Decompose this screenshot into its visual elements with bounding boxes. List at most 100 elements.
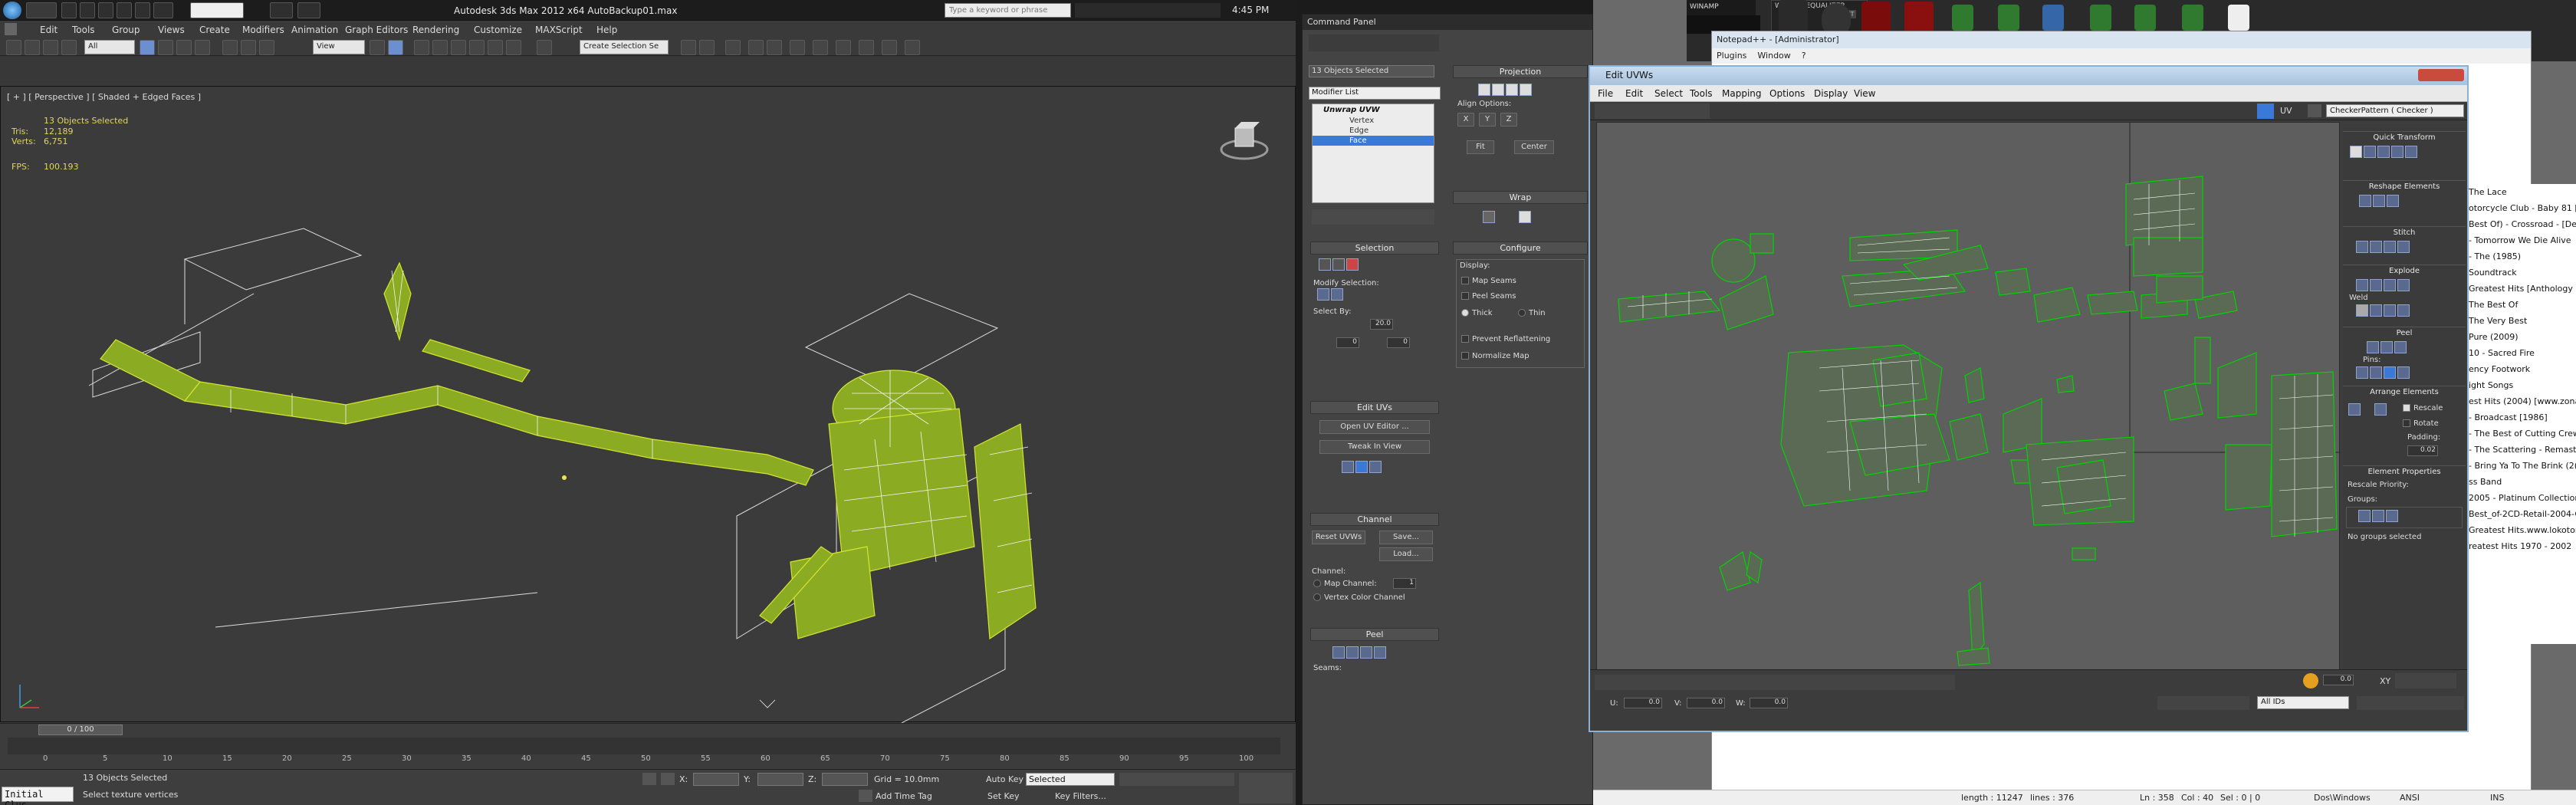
stack-unwrap-uvw[interactable]: Unwrap UVW bbox=[1313, 104, 1434, 116]
select-manipulate-icon[interactable] bbox=[388, 40, 403, 55]
rescale-checkbox[interactable]: Rescale bbox=[2403, 404, 2443, 412]
modify-selection-buttons[interactable] bbox=[1310, 288, 1439, 307]
stack-vertex[interactable]: Vertex bbox=[1313, 116, 1434, 126]
rotate-icon[interactable] bbox=[241, 40, 256, 55]
move-icon[interactable] bbox=[222, 40, 238, 55]
playlist-item[interactable]: Greatest Hits [Anthology bbox=[2469, 281, 2576, 297]
angle-snap-icon[interactable] bbox=[432, 40, 448, 55]
projection-buttons[interactable] bbox=[1453, 78, 1588, 100]
wrap-buttons[interactable] bbox=[1453, 204, 1588, 232]
playlist-item[interactable]: The Best Of bbox=[2469, 297, 2576, 313]
mirror-icon[interactable] bbox=[681, 40, 696, 55]
named-selection-dropdown[interactable]: Create Selection Se bbox=[580, 40, 669, 54]
playlist-item[interactable]: Best Of) - Crossroad - [De bbox=[2469, 216, 2576, 232]
normalize-map-checkbox[interactable]: Normalize Map bbox=[1461, 352, 1530, 360]
playlist-item[interactable]: ss Band bbox=[2469, 474, 2576, 490]
lock-icon[interactable] bbox=[642, 773, 656, 785]
tweak-in-view-button[interactable]: Tweak In View bbox=[1319, 440, 1430, 454]
center-button[interactable]: Center bbox=[1514, 140, 1554, 154]
auto-key-button[interactable]: Auto Key bbox=[986, 774, 1024, 784]
percent-snap-icon[interactable] bbox=[451, 40, 466, 55]
uvw-menu-mapping[interactable]: Mapping bbox=[1722, 88, 1762, 99]
playlist-item[interactable]: est Hits (2004) [www.zonal bbox=[2469, 393, 2576, 409]
key-mode-dropdown[interactable]: Selected bbox=[1026, 773, 1115, 786]
vertex-color-channel-radio[interactable]: Vertex Color Channel bbox=[1313, 593, 1405, 602]
uvw-menu-view[interactable]: View bbox=[1854, 88, 1875, 99]
uv-editor-canvas[interactable] bbox=[1596, 122, 2341, 670]
arrange-elements-header[interactable]: Arrange Elements bbox=[2343, 386, 2466, 398]
uvw-menu-edit[interactable]: Edit bbox=[1625, 88, 1643, 99]
uvw-menu-select[interactable]: Select bbox=[1654, 88, 1683, 99]
open-uv-editor-button[interactable]: Open UV Editor ... bbox=[1319, 420, 1430, 434]
track-bar[interactable] bbox=[8, 738, 1280, 754]
explode-header[interactable]: Explode bbox=[2343, 264, 2466, 277]
new-icon[interactable] bbox=[61, 2, 77, 18]
windows-start-icon[interactable] bbox=[3, 2, 21, 19]
peel-tool-buttons[interactable] bbox=[2343, 339, 2466, 356]
u-field[interactable]: 0.0 bbox=[1624, 698, 1662, 708]
playlist-item[interactable]: ency Footwork bbox=[2469, 361, 2576, 377]
object-name-field[interactable]: 13 Objects Selected bbox=[1309, 65, 1434, 77]
undo-icon[interactable] bbox=[117, 2, 132, 18]
texture-icon[interactable] bbox=[2257, 104, 2274, 119]
command-panel-tabs[interactable] bbox=[1309, 34, 1439, 51]
pins-buttons[interactable] bbox=[2343, 364, 2466, 383]
menu-views[interactable]: Views bbox=[158, 25, 185, 35]
select-by-field-3[interactable]: 0 bbox=[1387, 337, 1410, 348]
link-icon[interactable] bbox=[43, 40, 58, 55]
mirror-icon[interactable] bbox=[537, 40, 552, 55]
app-button-icon[interactable] bbox=[26, 2, 57, 18]
quick-transform-header[interactable]: Quick Transform bbox=[2343, 131, 2466, 143]
thick-radio[interactable]: Thick bbox=[1461, 309, 1493, 317]
menu-create[interactable]: Create bbox=[199, 25, 230, 35]
redo-icon[interactable] bbox=[25, 40, 40, 55]
reset-uvws-button[interactable]: Reset UVWs bbox=[1312, 531, 1365, 544]
desktop-icon[interactable] bbox=[1779, 0, 1808, 34]
time-tag-icon[interactable] bbox=[859, 790, 872, 802]
playlist-item[interactable]: - Broadcast [1986] bbox=[2469, 409, 2576, 426]
excel-file-icon[interactable] bbox=[2182, 5, 2203, 31]
playlist-item[interactable]: Pure (2009) bbox=[2469, 329, 2576, 345]
peel-rollout-header[interactable]: Peel bbox=[1310, 628, 1439, 641]
uvw-menu-file[interactable]: File bbox=[1598, 88, 1613, 99]
reshape-buttons[interactable] bbox=[2343, 192, 2466, 223]
workspace-dropdown[interactable] bbox=[190, 2, 244, 18]
max-taskbar-icon[interactable] bbox=[270, 2, 293, 18]
edit-uvs-buttons[interactable] bbox=[1310, 460, 1439, 483]
thin-radio[interactable]: Thin bbox=[1518, 309, 1546, 317]
options-icon[interactable] bbox=[2308, 104, 2321, 117]
playlist-item[interactable]: The Very Best bbox=[2469, 313, 2576, 329]
maxscript-listener-input[interactable]: Initial Clus bbox=[2, 787, 74, 805]
align-icon[interactable] bbox=[699, 40, 715, 55]
redo-icon[interactable] bbox=[135, 2, 150, 18]
folder-icon[interactable] bbox=[153, 2, 173, 18]
viewport-navigation-controls[interactable] bbox=[1239, 773, 1293, 803]
soft-selection-tools[interactable] bbox=[1595, 675, 1955, 690]
peel-header[interactable]: Peel bbox=[2343, 327, 2466, 339]
named-selection-icon[interactable] bbox=[506, 40, 521, 55]
stack-tools[interactable] bbox=[1312, 209, 1434, 225]
view-tools[interactable] bbox=[2395, 673, 2456, 688]
playlist-item[interactable]: - The (1985) bbox=[2469, 248, 2576, 264]
navigation-tools[interactable] bbox=[2357, 696, 2464, 710]
app-icon[interactable] bbox=[5, 23, 17, 35]
menu-modifiers[interactable]: Modifiers bbox=[242, 25, 284, 35]
playlist-item[interactable]: 10 - Sacred Fire bbox=[2469, 345, 2576, 361]
uvw-menu-options[interactable]: Options bbox=[1769, 88, 1805, 99]
menu-window[interactable]: Window bbox=[1757, 51, 1790, 61]
open-icon[interactable] bbox=[80, 2, 95, 18]
rotate-checkbox[interactable]: Rotate bbox=[2403, 419, 2439, 428]
playlist-item[interactable]: ight Songs bbox=[2469, 377, 2576, 393]
curve-editor-icon[interactable] bbox=[767, 40, 782, 55]
chrome-taskbar-icon[interactable] bbox=[297, 2, 320, 18]
playlist-item[interactable]: reatest Hits 1970 - 2002 bbox=[2469, 538, 2576, 554]
uvw-menu-display[interactable]: Display bbox=[1814, 88, 1848, 99]
render-icon[interactable] bbox=[882, 40, 897, 55]
playlist-item[interactable]: The Lace bbox=[2469, 184, 2576, 200]
snap-icon[interactable] bbox=[414, 40, 429, 55]
playlist-item[interactable]: - The Best of Cutting Crew bbox=[2469, 426, 2576, 442]
perspective-viewport[interactable]: [ + ] [ Perspective ] [ Shaded + Edged F… bbox=[0, 86, 1296, 723]
playlist-item[interactable]: otorcycle Club - Baby 81 [ bbox=[2469, 200, 2576, 216]
select-by-name-icon[interactable] bbox=[158, 40, 173, 55]
load-uvws-button[interactable]: Load... bbox=[1379, 547, 1433, 561]
